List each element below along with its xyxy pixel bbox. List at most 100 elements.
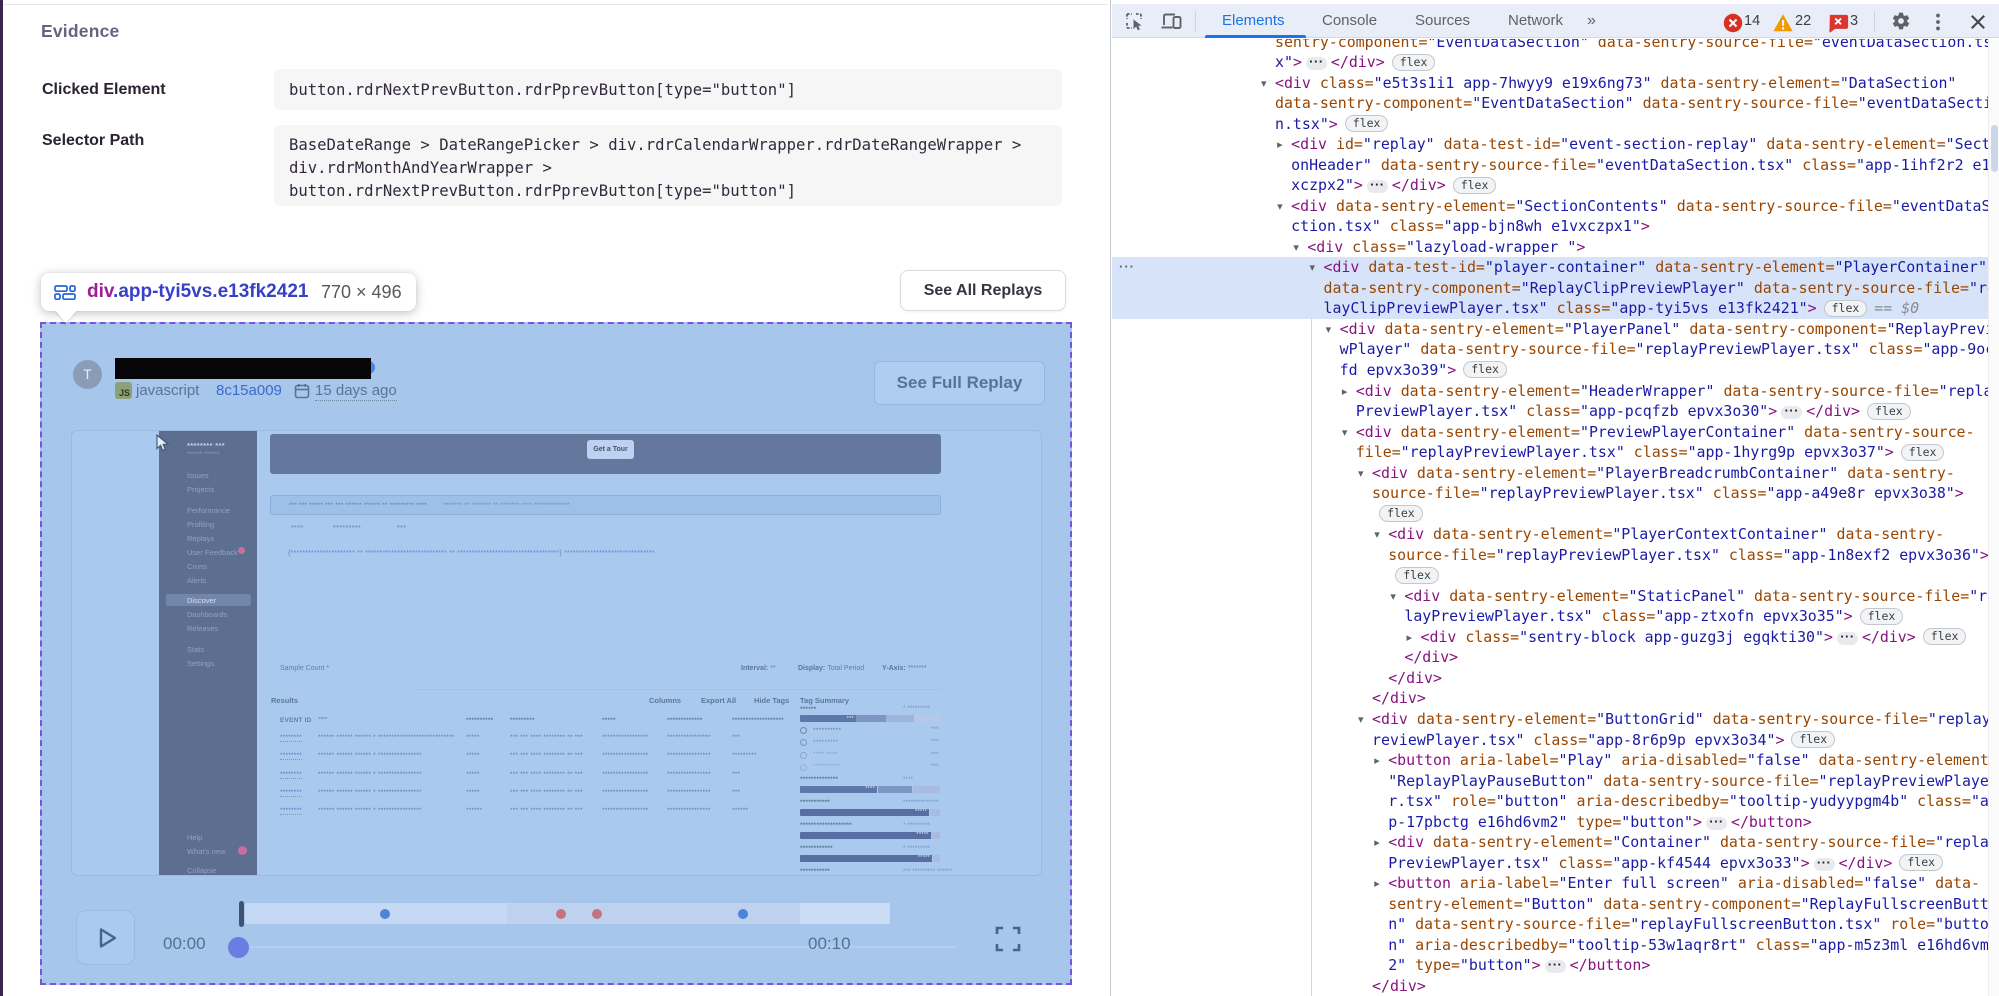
tree-node-line[interactable]: ▾<div class="lazyload-wrapper "> <box>1112 237 1999 258</box>
expand-arrow-open-icon[interactable]: ▾ <box>1358 709 1364 730</box>
tree-node-line[interactable]: ▸<div id="replay" data-test-id="event-se… <box>1112 134 1999 155</box>
expand-arrow-closed-icon[interactable]: ▸ <box>1374 832 1380 853</box>
inspect-element-icon[interactable] <box>1123 11 1145 31</box>
tree-node-line[interactable]: PreviewPlayer.tsx" class="app-kf4544 epv… <box>1112 853 1999 874</box>
devtools-scrollbar[interactable] <box>1988 39 1999 996</box>
expand-arrow-closed-icon[interactable]: ▸ <box>1374 750 1380 771</box>
flex-badge[interactable]: flex <box>1395 567 1439 584</box>
tree-node-line[interactable]: n" data-sentry-source-file="replayFullsc… <box>1112 914 1999 935</box>
flex-badge[interactable]: flex <box>1463 361 1507 378</box>
expand-arrow-open-icon[interactable]: ▾ <box>1326 319 1332 340</box>
flex-badge[interactable]: flex <box>1824 300 1868 317</box>
inline-expand-icon[interactable]: ··· <box>1367 180 1388 193</box>
tree-node-line[interactable]: fd epvx3o39">flex <box>1112 360 1999 381</box>
expand-arrow-closed-icon[interactable]: ▸ <box>1407 627 1413 648</box>
tree-node-line[interactable]: ction.tsx" class="app-bjn8wh e1vxczpx1"> <box>1112 216 1999 237</box>
tree-node-line[interactable]: source-file="replayPreviewPlayer.tsx" cl… <box>1112 545 1999 566</box>
tree-node-line[interactable]: source-file="replayPreviewPlayer.tsx" cl… <box>1112 483 1999 504</box>
inline-expand-icon[interactable]: ··· <box>1706 817 1727 830</box>
expand-arrow-open-icon[interactable]: ▾ <box>1310 257 1316 278</box>
flex-badge[interactable]: flex <box>1392 54 1436 71</box>
expand-arrow-open-icon[interactable]: ▾ <box>1358 463 1364 484</box>
tree-node-line[interactable]: flex <box>1112 565 1999 586</box>
tree-node-line[interactable]: ▾<div data-sentry-element="PlayerContext… <box>1112 524 1999 545</box>
timeline-marker-error[interactable] <box>592 909 602 919</box>
inline-expand-icon[interactable]: ··· <box>1306 57 1327 70</box>
scrubber-track[interactable] <box>250 946 957 948</box>
tree-node-line[interactable]: sentry-component="EventDataSection" data… <box>1112 39 1999 52</box>
error-count-icon[interactable] <box>1722 13 1744 33</box>
flex-badge[interactable]: flex <box>1379 505 1423 522</box>
tree-node-line[interactable]: ▾<div data-sentry-element="PreviewPlayer… <box>1112 422 1999 443</box>
expand-arrow-open-icon[interactable]: ▾ <box>1390 586 1396 607</box>
flex-badge[interactable]: flex <box>1860 608 1904 625</box>
timeline-marker-info[interactable] <box>380 909 390 919</box>
inline-expand-icon[interactable]: ··· <box>1781 406 1802 419</box>
fullscreen-button[interactable] <box>993 924 1023 954</box>
replay-timeline[interactable] <box>245 903 890 924</box>
more-options-kebab-icon[interactable] <box>1927 12 1949 32</box>
replay-id-link[interactable]: 8c15a009 <box>216 382 282 399</box>
more-tabs-button[interactable]: » <box>1587 4 1596 37</box>
tree-node-line[interactable]: onHeader" data-sentry-source-file="event… <box>1112 155 1999 176</box>
inline-expand-icon[interactable]: ··· <box>1545 960 1566 973</box>
tree-node-line[interactable]: ▾<div data-sentry-element="ButtonGrid" d… <box>1112 709 1999 730</box>
inline-expand-icon[interactable]: ··· <box>1814 858 1835 871</box>
selected-node-menu-icon[interactable]: ··· <box>1119 257 1135 278</box>
tree-node-line[interactable]: r.tsx" role="button" aria-describedby="t… <box>1112 791 1999 812</box>
expand-arrow-open-icon[interactable]: ▾ <box>1261 73 1267 94</box>
devtools-tab-console[interactable]: Console <box>1322 4 1377 37</box>
tree-node-line[interactable]: 2" type="button">···</button> <box>1112 955 1999 976</box>
tree-node-line[interactable]: x">···</div>flex <box>1112 52 1999 73</box>
tree-node-line[interactable]: ▸<button aria-label="Enter full screen" … <box>1112 873 1999 894</box>
tree-node-line[interactable]: n.tsx">flex <box>1112 114 1999 135</box>
warning-count-icon[interactable] <box>1772 13 1794 33</box>
close-devtools-icon[interactable] <box>1967 12 1989 32</box>
tree-node-line[interactable]: </div> <box>1112 976 1999 996</box>
devtools-tab-elements[interactable]: Elements <box>1222 4 1285 37</box>
flex-badge[interactable]: flex <box>1923 628 1967 645</box>
scrubber-handle[interactable] <box>228 937 249 958</box>
tree-node-line[interactable]: data-sentry-component="ReplayClipPreview… <box>1112 278 1999 299</box>
tree-node-line[interactable]: ▸<div data-sentry-element="HeaderWrapper… <box>1112 381 1999 402</box>
tree-node-line[interactable]: PreviewPlayer.tsx" class="app-pcqfzb epv… <box>1112 401 1999 422</box>
tree-node-line[interactable]: p-17pbctg e16hd6vm2" type="button">···</… <box>1112 812 1999 833</box>
devtools-tab-sources[interactable]: Sources <box>1415 4 1470 37</box>
timeline-marker-error[interactable] <box>556 909 566 919</box>
expand-arrow-closed-icon[interactable]: ▸ <box>1277 134 1283 155</box>
inline-expand-icon[interactable]: ··· <box>1837 632 1858 645</box>
tree-node-line[interactable]: ▾···<div data-test-id="player-container"… <box>1112 257 1999 278</box>
tree-node-line[interactable]: flex <box>1112 504 1999 525</box>
devtools-tab-network[interactable]: Network <box>1508 4 1563 37</box>
expand-arrow-open-icon[interactable]: ▾ <box>1342 422 1348 443</box>
tree-node-line[interactable]: "ReplayPlayPauseButton" data-sentry-sour… <box>1112 771 1999 792</box>
expand-arrow-closed-icon[interactable]: ▸ <box>1342 381 1348 402</box>
flex-badge[interactable]: flex <box>1453 177 1497 194</box>
tree-node-line[interactable]: layPreviewPlayer.tsx" class="app-ztxofn … <box>1112 606 1999 627</box>
tree-node-line[interactable]: xczpx2">···</div>flex <box>1112 175 1999 196</box>
tree-node-line[interactable]: sentry-element="Button" data-sentry-comp… <box>1112 894 1999 915</box>
tree-node-line[interactable]: </div> <box>1112 647 1999 668</box>
tree-node-line[interactable]: ▾<div data-sentry-element="PlayerPanel" … <box>1112 319 1999 340</box>
tree-node-line[interactable]: ▾<div class="e5t3s1i1 app-7hwyy9 e19x6ng… <box>1112 73 1999 94</box>
settings-gear-icon[interactable] <box>1890 11 1912 31</box>
tree-node-line[interactable]: data-sentry-component="EventDataSection"… <box>1112 93 1999 114</box>
tree-node-line[interactable]: reviewPlayer.tsx" class="app-8r6p9p epvx… <box>1112 730 1999 751</box>
issues-count-icon[interactable] <box>1827 13 1849 33</box>
flex-badge[interactable]: flex <box>1899 854 1943 871</box>
expand-arrow-open-icon[interactable]: ▾ <box>1293 237 1299 258</box>
tree-node-line[interactable]: ▸<div data-sentry-element="Container" da… <box>1112 832 1999 853</box>
tree-node-line[interactable]: file="replayPreviewPlayer.tsx" class="ap… <box>1112 442 1999 463</box>
timeline-marker-info[interactable] <box>738 909 748 919</box>
flex-badge[interactable]: flex <box>1791 731 1835 748</box>
tree-node-line[interactable]: layClipPreviewPlayer.tsx" class="app-tyi… <box>1112 298 1999 319</box>
tree-node-line[interactable]: ▾<div data-sentry-element="StaticPanel" … <box>1112 586 1999 607</box>
expand-arrow-open-icon[interactable]: ▾ <box>1374 524 1380 545</box>
tree-node-line[interactable]: ▾<div data-sentry-element="SectionConten… <box>1112 196 1999 217</box>
replay-preview-frame[interactable]: ******** ********* ******IssuesProjectsP… <box>71 430 1042 876</box>
tree-node-line[interactable]: ▸<button aria-label="Play" aria-disabled… <box>1112 750 1999 771</box>
tree-node-line[interactable]: wPlayer" data-sentry-source-file="replay… <box>1112 339 1999 360</box>
tree-node-line[interactable]: ▾<div data-sentry-element="PlayerBreadcr… <box>1112 463 1999 484</box>
devtools-scrollbar-thumb[interactable] <box>1991 125 1998 172</box>
flex-badge[interactable]: flex <box>1345 115 1389 132</box>
